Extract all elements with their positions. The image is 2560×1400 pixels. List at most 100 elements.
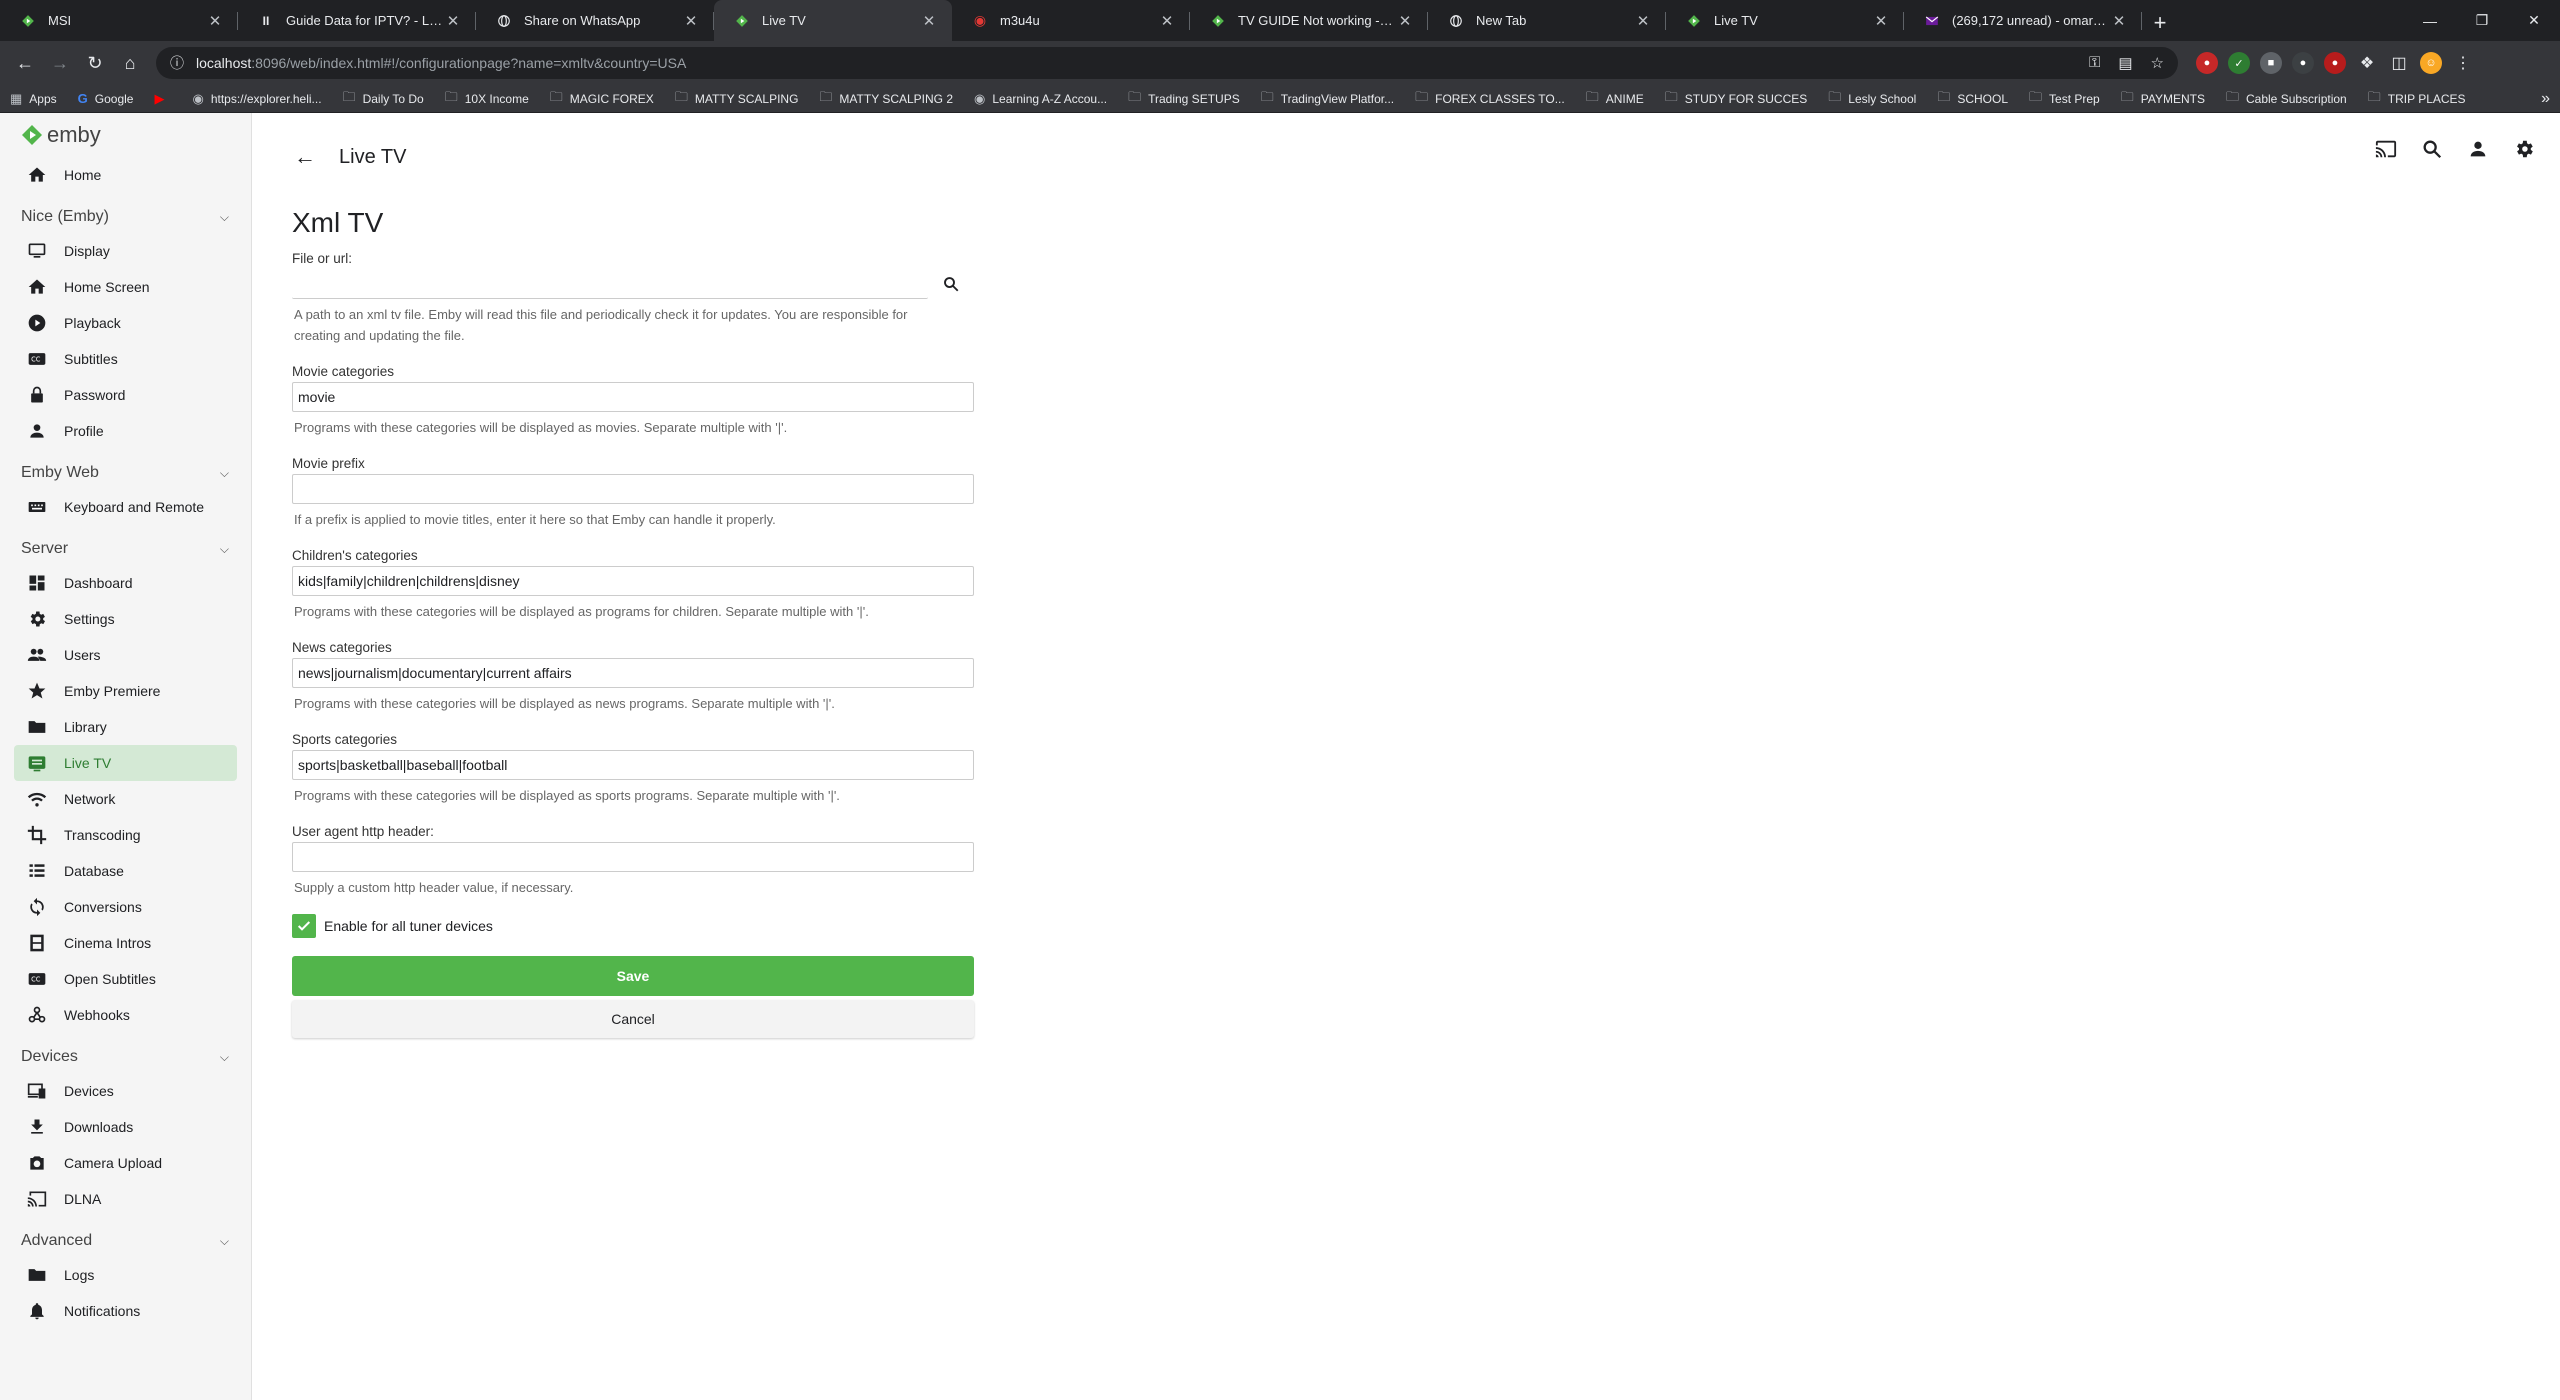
sidebar-item-notifications[interactable]: Notifications bbox=[14, 1293, 237, 1329]
sidebar-item-network[interactable]: Network bbox=[14, 781, 237, 817]
forward-arrow-icon[interactable]: → bbox=[43, 46, 77, 80]
bookmark-item[interactable]: 🗀 Test Prep bbox=[2029, 88, 2100, 110]
sidebar-item-library[interactable]: Library bbox=[14, 709, 237, 745]
close-tab-icon[interactable]: ✕ bbox=[444, 12, 462, 30]
bookmark-item[interactable]: 🗀 ANIME bbox=[1586, 88, 1644, 110]
menu-kebab-icon[interactable]: ⋮ bbox=[2452, 52, 2474, 74]
sidebar-item-database[interactable]: Database bbox=[14, 853, 237, 889]
sidebar-item-playback[interactable]: Playback bbox=[14, 305, 237, 341]
sidebar-item-users[interactable]: Users bbox=[14, 637, 237, 673]
bookmark-item[interactable]: 🗀 TRIP PLACES bbox=[2368, 88, 2466, 110]
sidebar-item-camera-upload[interactable]: Camera Upload bbox=[14, 1145, 237, 1181]
cast-icon[interactable] bbox=[2372, 135, 2400, 163]
close-tab-icon[interactable]: ✕ bbox=[1872, 12, 1890, 30]
sidebar-item-dashboard[interactable]: Dashboard bbox=[14, 565, 237, 601]
close-tab-icon[interactable]: ✕ bbox=[682, 12, 700, 30]
extension-icon[interactable]: ● bbox=[2324, 52, 2346, 74]
browser-tab[interactable]: II Guide Data for IPTV? - Live TV✕ bbox=[238, 0, 476, 41]
close-window-icon[interactable]: ✕ bbox=[2508, 0, 2560, 41]
bookmark-item[interactable]: 🗀 Lesly School bbox=[1828, 88, 1916, 110]
settings-gear-icon[interactable] bbox=[2510, 135, 2538, 163]
save-button[interactable]: Save bbox=[292, 956, 974, 996]
new-tab-button[interactable]: + bbox=[2142, 5, 2178, 41]
sidebar-section-header[interactable]: Emby Web ⌵ bbox=[0, 449, 251, 489]
sidebar-item-keyboard-and-remote[interactable]: Keyboard and Remote bbox=[14, 489, 237, 525]
chevron-down-icon[interactable]: ⌵ bbox=[220, 1234, 229, 1249]
enable-all-tuners-checkbox[interactable] bbox=[292, 914, 316, 938]
enable-all-tuners-row[interactable]: Enable for all tuner devices bbox=[292, 914, 974, 938]
browser-tab[interactable]: Live TV ✕ bbox=[1666, 0, 1904, 41]
browser-tab[interactable]: New Tab ✕ bbox=[1428, 0, 1666, 41]
bookmark-item[interactable]: 🗀 Trading SETUPS bbox=[1128, 88, 1240, 110]
extension-icon[interactable]: ✓ bbox=[2228, 52, 2250, 74]
sidebar-item-logs[interactable]: Logs bbox=[14, 1257, 237, 1293]
browser-tab[interactable]: (269,172 unread) - omarantoni✕ bbox=[1904, 0, 2142, 41]
sidebar-item-conversions[interactable]: Conversions bbox=[14, 889, 237, 925]
site-info-icon[interactable]: ⓘ bbox=[170, 53, 184, 73]
restore-icon[interactable]: ❐ bbox=[2456, 0, 2508, 41]
bookmark-item[interactable]: 🗀 MAGIC FOREX bbox=[550, 88, 654, 110]
sidebar-item-downloads[interactable]: Downloads bbox=[14, 1109, 237, 1145]
browser-tab[interactable]: Share on WhatsApp ✕ bbox=[476, 0, 714, 41]
sports_categories-input[interactable]: sports|basketball|baseball|football bbox=[292, 750, 974, 780]
close-tab-icon[interactable]: ✕ bbox=[1634, 12, 1652, 30]
sidebar-item-webhooks[interactable]: Webhooks bbox=[14, 997, 237, 1033]
sidebar-item-subtitles[interactable]: CC Subtitles bbox=[14, 341, 237, 377]
bookmark-item[interactable]: 🗀 MATTY SCALPING bbox=[675, 88, 799, 110]
sidebar-item-profile[interactable]: Profile bbox=[14, 413, 237, 449]
cancel-button[interactable]: Cancel bbox=[292, 1000, 974, 1038]
close-tab-icon[interactable]: ✕ bbox=[1396, 12, 1414, 30]
close-tab-icon[interactable]: ✕ bbox=[206, 12, 224, 30]
bookmark-star-icon[interactable]: ☆ bbox=[2151, 54, 2164, 72]
side-panel-icon[interactable]: ◫ bbox=[2388, 52, 2410, 74]
bookmark-item[interactable]: ◉ Learning A-Z Accou... bbox=[974, 91, 1107, 107]
sidebar-item-emby-premiere[interactable]: Emby Premiere bbox=[14, 673, 237, 709]
sidebar-item-dlna[interactable]: DLNA bbox=[14, 1181, 237, 1217]
install-icon[interactable]: ▤ bbox=[2118, 54, 2132, 72]
profile-avatar[interactable]: ☺ bbox=[2420, 52, 2442, 74]
news_categories-input[interactable]: news|journalism|documentary|current affa… bbox=[292, 658, 974, 688]
sidebar-item-devices[interactable]: Devices bbox=[14, 1073, 237, 1109]
sidebar-section-header[interactable]: Server ⌵ bbox=[0, 525, 251, 565]
movie_categories-input[interactable]: movie bbox=[292, 382, 974, 412]
extension-icon[interactable]: ● bbox=[2292, 52, 2314, 74]
bookmark-item[interactable]: 🗀 STUDY FOR SUCCES bbox=[1665, 88, 1807, 110]
chevron-down-icon[interactable]: ⌵ bbox=[220, 210, 229, 225]
bookmark-item[interactable]: 🗀 Cable Subscription bbox=[2226, 88, 2347, 110]
sidebar-section-header[interactable]: Nice (Emby) ⌵ bbox=[0, 193, 251, 233]
search-icon[interactable] bbox=[2418, 135, 2446, 163]
puzzle-icon[interactable]: ❖ bbox=[2356, 52, 2378, 74]
file-input[interactable] bbox=[292, 269, 928, 299]
movie_prefix-input[interactable] bbox=[292, 474, 974, 504]
sidebar-section-header[interactable]: Devices ⌵ bbox=[0, 1033, 251, 1073]
back-arrow-icon[interactable]: ← bbox=[8, 46, 42, 80]
sidebar-item-live-tv[interactable]: Live TV bbox=[14, 745, 237, 781]
back-button[interactable]: ← bbox=[283, 135, 327, 179]
bookmark-item[interactable]: ▶ bbox=[154, 91, 171, 107]
user-icon[interactable] bbox=[2464, 135, 2492, 163]
browser-tab[interactable]: ◉ m3u4u ✕ bbox=[952, 0, 1190, 41]
minimize-icon[interactable]: — bbox=[2404, 0, 2456, 41]
browse-search-icon[interactable] bbox=[928, 269, 974, 299]
sidebar-item-home[interactable]: Home bbox=[14, 157, 237, 193]
bookmark-item[interactable]: ◉ https://explorer.heli... bbox=[192, 91, 321, 107]
close-tab-icon[interactable]: ✕ bbox=[920, 12, 938, 30]
sidebar-section-header[interactable]: Advanced ⌵ bbox=[0, 1217, 251, 1257]
key-icon[interactable]: ⚿ bbox=[2089, 54, 2100, 72]
sidebar-item-password[interactable]: Password bbox=[14, 377, 237, 413]
bookmark-item[interactable]: 🗀 FOREX CLASSES TO... bbox=[1415, 88, 1565, 110]
sidebar-item-open-subtitles[interactable]: CC Open Subtitles bbox=[14, 961, 237, 997]
close-tab-icon[interactable]: ✕ bbox=[2110, 12, 2128, 30]
sidebar-item-transcoding[interactable]: Transcoding bbox=[14, 817, 237, 853]
chevron-down-icon[interactable]: ⌵ bbox=[220, 1050, 229, 1065]
bookmark-item[interactable]: 🗀 10X Income bbox=[445, 88, 529, 110]
extension-icon[interactable]: ● bbox=[2196, 52, 2218, 74]
home-icon[interactable]: ⌂ bbox=[113, 46, 147, 80]
bookmark-item[interactable]: G Google bbox=[78, 91, 134, 106]
sidebar-item-settings[interactable]: Settings bbox=[14, 601, 237, 637]
browser-tab[interactable]: MSI ✕ bbox=[0, 0, 238, 41]
children_categories-input[interactable]: kids|family|children|childrens|disney bbox=[292, 566, 974, 596]
bookmark-item[interactable]: 🗀 PAYMENTS bbox=[2121, 88, 2205, 110]
browser-tab[interactable]: TV GUIDE Not working - Emby✕ bbox=[1190, 0, 1428, 41]
address-bar[interactable]: ⓘ localhost:8096/web/index.html#!/config… bbox=[156, 47, 2178, 79]
